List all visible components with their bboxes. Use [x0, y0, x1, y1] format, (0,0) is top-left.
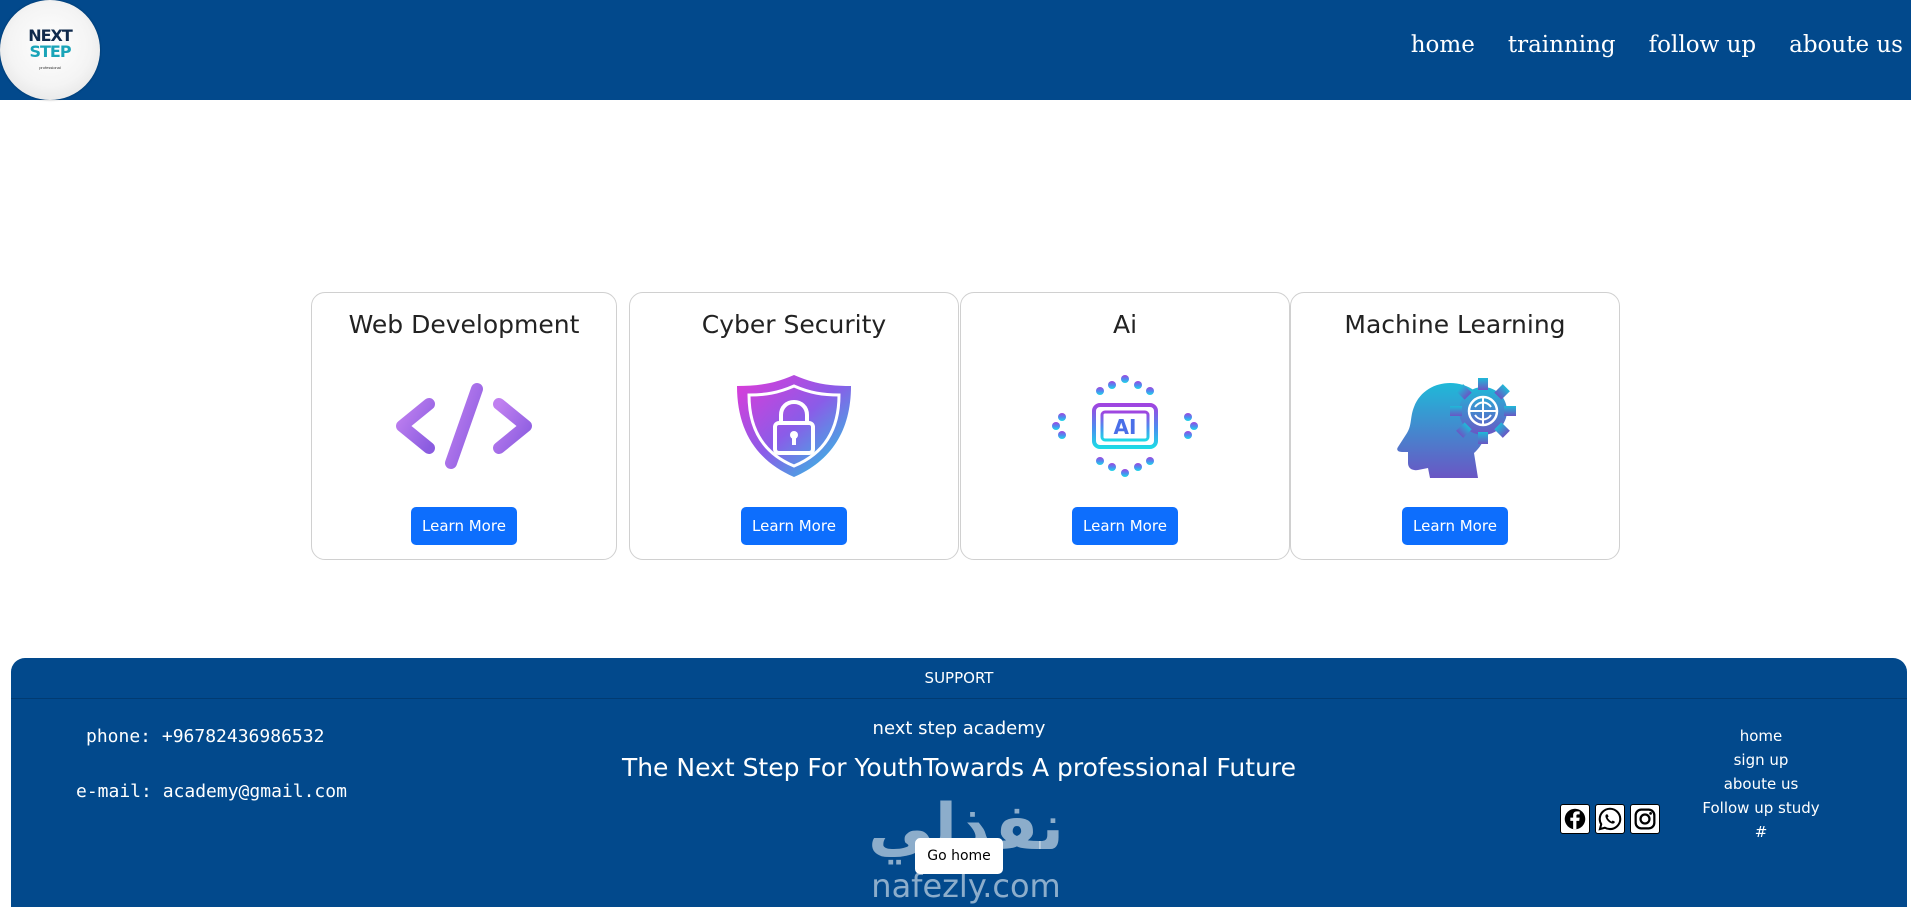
- top-navbar: NEXT STEP professional home trainning fo…: [0, 0, 1911, 100]
- card-title: Machine Learning: [1344, 310, 1566, 339]
- social-links: [1560, 804, 1660, 834]
- footer: SUPPORT phone: +96782436986532 e-mail: a…: [11, 658, 1907, 907]
- footer-divider: [11, 698, 1907, 699]
- email-text: e-mail: academy@gmail.com: [76, 781, 347, 802]
- card-web-development: Web Development Learn More: [311, 292, 617, 560]
- card-title: Cyber Security: [701, 310, 887, 339]
- footer-tagline: The Next Step For YouthTowards A profess…: [621, 753, 1297, 782]
- card-title: Web Development: [348, 310, 580, 339]
- learn-more-button[interactable]: Learn More: [741, 507, 847, 545]
- nav-home[interactable]: home: [1411, 32, 1475, 58]
- learn-more-button[interactable]: Learn More: [411, 507, 517, 545]
- footer-link-aboute-us[interactable]: aboute us: [1701, 772, 1821, 796]
- card-machine-learning: Machine Learning Learn More: [1290, 292, 1620, 560]
- main-nav: home trainning follow up aboute us: [1411, 32, 1903, 58]
- shield-lock-icon: [737, 375, 851, 477]
- card-title: Ai: [1112, 310, 1138, 339]
- card-cyber-security: Cyber Security Learn More: [629, 292, 959, 560]
- nav-aboute-us[interactable]: aboute us: [1789, 32, 1903, 58]
- support-heading: SUPPORT: [924, 669, 994, 687]
- whatsapp-icon[interactable]: [1595, 804, 1625, 834]
- academy-name: next step academy: [872, 718, 1046, 739]
- code-icon: [396, 383, 532, 469]
- footer-link-home[interactable]: home: [1701, 724, 1821, 748]
- ai-chip-icon: AI: [1052, 375, 1198, 477]
- instagram-icon[interactable]: [1630, 804, 1660, 834]
- nav-follow-up[interactable]: follow up: [1649, 32, 1756, 58]
- go-home-button[interactable]: Go home: [915, 838, 1003, 874]
- facebook-icon[interactable]: [1560, 804, 1590, 834]
- footer-links: home sign up aboute us Follow up study #: [1701, 724, 1821, 844]
- footer-link-hash[interactable]: #: [1701, 820, 1821, 844]
- card-ai: Ai AI Learn More: [960, 292, 1290, 560]
- logo-word-step: STEP: [29, 42, 71, 61]
- learn-more-button[interactable]: Learn More: [1072, 507, 1178, 545]
- learn-more-button[interactable]: Learn More: [1402, 507, 1508, 545]
- footer-link-follow-up-study[interactable]: Follow up study: [1701, 796, 1821, 820]
- nav-trainning[interactable]: trainning: [1508, 32, 1616, 58]
- head-gear-icon: [1397, 378, 1516, 478]
- logo-subtitle: professional: [39, 65, 61, 70]
- svg-text:AI: AI: [1114, 415, 1137, 439]
- next-step-logo[interactable]: NEXT STEP professional: [0, 0, 100, 100]
- footer-link-sign-up[interactable]: sign up: [1701, 748, 1821, 772]
